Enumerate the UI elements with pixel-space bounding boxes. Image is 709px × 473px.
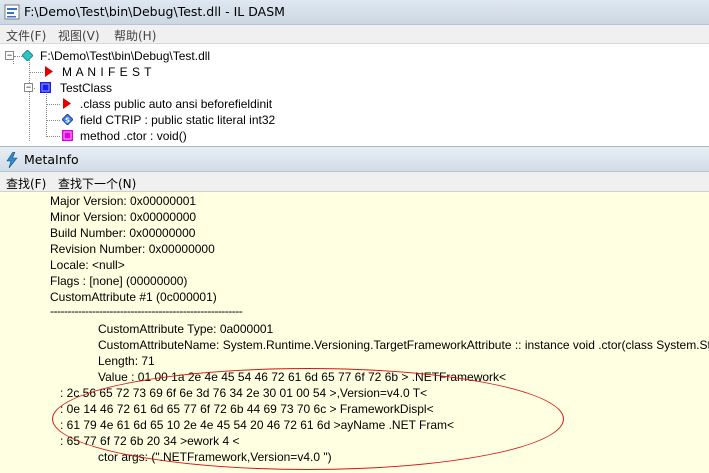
collapse-toggle-class[interactable]: − bbox=[24, 83, 33, 92]
metainfo-line: Flags : [none] (00000000) bbox=[50, 274, 188, 288]
tree-node-field[interactable]: S field CTRIP : public static literal in… bbox=[0, 112, 300, 128]
metainfo-window: MetaInfo 查找(F) 查找下一个(N) Major Version: 0… bbox=[0, 146, 709, 473]
ildasm-titlebar[interactable]: F:\Demo\Test\bin\Debug\Test.dll - IL DAS… bbox=[0, 0, 709, 25]
collapse-toggle[interactable]: − bbox=[5, 51, 14, 60]
tree-root-label: F:\Demo\Test\bin\Debug\Test.dll bbox=[40, 49, 211, 63]
tree-manifest-label: M A N I F E S T bbox=[62, 65, 152, 79]
method-icon bbox=[62, 130, 73, 141]
ildasm-window: F:\Demo\Test\bin\Debug\Test.dll - IL DAS… bbox=[0, 0, 709, 146]
metainfo-line: Revision Number: 0x00000000 bbox=[50, 242, 215, 256]
menu-help[interactable]: 帮助(H) bbox=[114, 27, 156, 44]
tree-node-root[interactable]: − F:\Demo\Test\bin\Debug\Test.dll bbox=[0, 48, 300, 64]
tree-class-decl-label: .class public auto ansi beforefieldinit bbox=[80, 97, 273, 111]
tree-node-class-decl[interactable]: .class public auto ansi beforefieldinit bbox=[0, 96, 300, 112]
window-title: F:\Demo\Test\bin\Debug\Test.dll - IL DAS… bbox=[24, 4, 285, 19]
metainfo-titlebar[interactable]: MetaInfo bbox=[0, 146, 709, 172]
menu-find-next[interactable]: 查找下一个(N) bbox=[58, 175, 136, 192]
menu-file[interactable]: 文件(F) bbox=[6, 27, 46, 44]
lightning-icon bbox=[6, 152, 18, 168]
ildasm-menubar: 文件(F) 视图(V) 帮助(H) bbox=[0, 25, 709, 44]
separator-line: ----------------------------------------… bbox=[50, 304, 243, 318]
metainfo-line: Major Version: 0x00000001 bbox=[50, 194, 197, 208]
metainfo-menubar: 查找(F) 查找下一个(N) bbox=[0, 172, 709, 192]
metainfo-line: CustomAttributeName: System.Runtime.Vers… bbox=[98, 338, 709, 352]
menu-find[interactable]: 查找(F) bbox=[6, 175, 46, 192]
tree-class-label: TestClass bbox=[60, 81, 113, 95]
metainfo-line: Minor Version: 0x00000000 bbox=[50, 210, 197, 224]
tree-field-label: field CTRIP : public static literal int3… bbox=[80, 113, 276, 127]
tree-node-class[interactable]: − TestClass bbox=[0, 80, 200, 96]
menu-view[interactable]: 视图(V) bbox=[58, 27, 100, 44]
metainfo-line: Length: 71 bbox=[98, 354, 155, 368]
class-decl-triangle-icon bbox=[63, 98, 71, 109]
class-icon bbox=[40, 82, 51, 93]
tree-node-method[interactable]: method .ctor : void() bbox=[0, 128, 300, 144]
static-field-icon: S bbox=[62, 114, 73, 125]
metainfo-line: Locale: <null> bbox=[50, 258, 125, 272]
svg-text:S: S bbox=[65, 116, 70, 124]
metainfo-line: CustomAttribute Type: 0a000001 bbox=[98, 322, 274, 336]
manifest-triangle-icon bbox=[45, 66, 53, 77]
assembly-diamond-icon bbox=[22, 50, 33, 61]
ildasm-app-icon bbox=[4, 4, 20, 20]
metainfo-line: CustomAttribute #1 (0c000001) bbox=[50, 290, 217, 304]
assembly-tree: − F:\Demo\Test\bin\Debug\Test.dll M A N … bbox=[0, 44, 709, 144]
metainfo-line: Build Number: 0x00000000 bbox=[50, 226, 196, 240]
annotation-ellipse bbox=[52, 368, 564, 470]
tree-method-label: method .ctor : void() bbox=[80, 129, 187, 143]
tree-node-manifest[interactable]: M A N I F E S T bbox=[0, 64, 200, 80]
metainfo-title: MetaInfo bbox=[24, 152, 79, 167]
